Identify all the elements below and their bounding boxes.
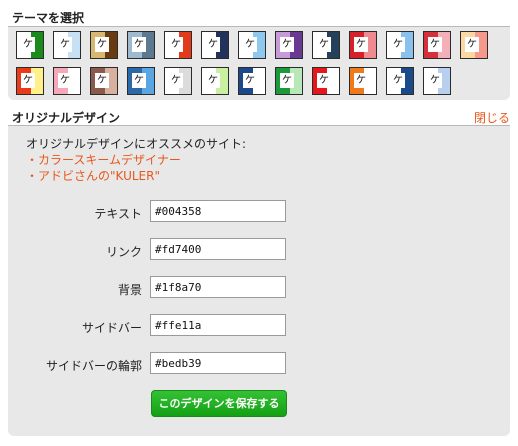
sidebar-color-label: サイドバー: [81, 321, 142, 335]
link-color-input[interactable]: [150, 238, 286, 260]
theme-swatch[interactable]: ケ: [460, 31, 488, 59]
color-scheme-designer-link[interactable]: カラースキームデザイナー: [38, 153, 181, 167]
theme-swatch[interactable]: ケ: [53, 31, 81, 59]
theme-swatch[interactable]: ケ: [201, 67, 229, 95]
theme-swatch[interactable]: ケ: [238, 67, 266, 95]
theme-settings-page: テーマを選択 ケケケケケケケケケケケケケ ケケケケケケケケケケケケ オリジナルデ…: [0, 0, 518, 446]
theme-swatch[interactable]: ケ: [423, 31, 451, 59]
swatch-preview-glyph: ケ: [206, 37, 220, 52]
swatch-preview-glyph: ケ: [95, 37, 109, 52]
swatch-preview-glyph: ケ: [354, 73, 368, 88]
swatch-preview-glyph: ケ: [428, 73, 442, 88]
background-color-input[interactable]: [150, 276, 286, 298]
kuler-link[interactable]: アドビさんの"KULER": [38, 169, 160, 183]
sidebar-border-color-label: サイドバーの輪郭: [45, 359, 142, 373]
swatch-preview-glyph: ケ: [391, 37, 405, 52]
swatch-preview-glyph: ケ: [465, 37, 479, 52]
swatch-preview-glyph: ケ: [58, 37, 72, 52]
save-design-button[interactable]: このデザインを保存する: [151, 390, 287, 417]
swatch-preview-glyph: ケ: [169, 37, 183, 52]
link-color-label: リンク: [105, 245, 142, 259]
swatch-preview-glyph: ケ: [132, 37, 146, 52]
theme-swatch[interactable]: ケ: [53, 67, 81, 95]
swatch-preview-glyph: ケ: [317, 73, 331, 88]
sidebar-border-color-input[interactable]: [150, 352, 286, 374]
text-color-input[interactable]: [150, 200, 286, 222]
swatch-preview-glyph: ケ: [317, 37, 331, 52]
swatch-preview-glyph: ケ: [428, 37, 442, 52]
sidebar-color-input[interactable]: [150, 314, 286, 336]
swatch-preview-glyph: ケ: [21, 73, 35, 88]
theme-swatch[interactable]: ケ: [349, 67, 377, 95]
theme-swatch[interactable]: ケ: [201, 31, 229, 59]
theme-swatch[interactable]: ケ: [275, 31, 303, 59]
theme-swatch[interactable]: ケ: [386, 67, 414, 95]
theme-swatch[interactable]: ケ: [312, 67, 340, 95]
recommended-sites: オリジナルデザインにオススメのサイト: ・カラースキームデザイナー ・アドビさん…: [26, 136, 246, 184]
theme-section-header: テーマを選択: [8, 6, 510, 27]
text-color-label: テキスト: [94, 207, 142, 221]
theme-swatch[interactable]: ケ: [238, 31, 266, 59]
bullet: ・: [26, 169, 39, 183]
theme-swatch[interactable]: ケ: [90, 67, 118, 95]
design-section-header: オリジナルデザイン 閉じる: [8, 107, 510, 126]
background-color-label: 背景: [117, 283, 142, 297]
swatch-preview-glyph: ケ: [354, 37, 368, 52]
theme-swatch[interactable]: ケ: [349, 31, 377, 59]
design-panel: オリジナルデザインにオススメのサイト: ・カラースキームデザイナー ・アドビさん…: [8, 126, 510, 436]
close-link[interactable]: 閉じる: [474, 109, 510, 126]
theme-swatch[interactable]: ケ: [164, 67, 192, 95]
bullet: ・: [26, 153, 39, 167]
swatch-preview-glyph: ケ: [243, 73, 257, 88]
theme-swatch[interactable]: ケ: [127, 67, 155, 95]
theme-swatch[interactable]: ケ: [90, 31, 118, 59]
swatch-preview-glyph: ケ: [280, 73, 294, 88]
theme-swatch[interactable]: ケ: [16, 67, 44, 95]
theme-section-title: テーマを選択: [12, 11, 85, 25]
theme-swatch[interactable]: ケ: [312, 31, 340, 59]
swatch-preview-glyph: ケ: [21, 37, 35, 52]
theme-swatch[interactable]: ケ: [127, 31, 155, 59]
swatch-preview-glyph: ケ: [132, 73, 146, 88]
theme-swatch[interactable]: ケ: [386, 31, 414, 59]
swatch-preview-glyph: ケ: [169, 73, 183, 88]
theme-swatch-panel: ケケケケケケケケケケケケケ ケケケケケケケケケケケケ: [8, 27, 510, 100]
theme-swatch[interactable]: ケ: [275, 67, 303, 95]
recommended-site-item: ・アドビさんの"KULER": [26, 168, 246, 184]
recommended-site-item: ・カラースキームデザイナー: [26, 152, 246, 168]
theme-swatch[interactable]: ケ: [423, 67, 451, 95]
swatch-preview-glyph: ケ: [206, 73, 220, 88]
swatch-preview-glyph: ケ: [280, 37, 294, 52]
design-section-title: オリジナルデザイン: [12, 111, 121, 125]
theme-swatch[interactable]: ケ: [164, 31, 192, 59]
theme-swatch[interactable]: ケ: [16, 31, 44, 59]
swatch-preview-glyph: ケ: [95, 73, 109, 88]
swatch-preview-glyph: ケ: [243, 37, 257, 52]
swatch-preview-glyph: ケ: [58, 73, 72, 88]
recommended-sites-text: オリジナルデザインにオススメのサイト:: [26, 137, 247, 151]
swatch-preview-glyph: ケ: [391, 73, 405, 88]
